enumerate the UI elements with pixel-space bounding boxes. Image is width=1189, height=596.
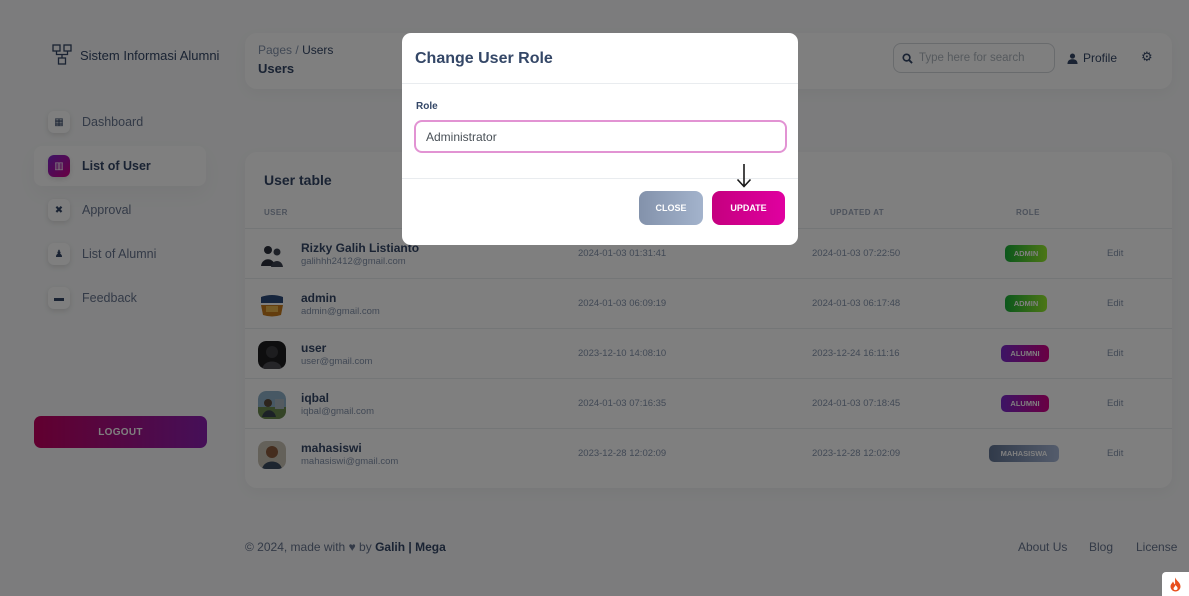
close-button[interactable]: CLOSE xyxy=(639,191,703,225)
update-button[interactable]: UPDATE xyxy=(712,191,785,225)
role-label: Role xyxy=(416,101,438,112)
change-role-modal: Change User Role Role CLOSE UPDATE xyxy=(402,33,798,245)
arrow-down-icon xyxy=(736,164,752,188)
fire-icon[interactable] xyxy=(1162,572,1189,596)
modal-title: Change User Role xyxy=(415,50,553,67)
fire-glyph xyxy=(1170,577,1181,591)
role-field[interactable] xyxy=(414,120,787,153)
modal-divider xyxy=(402,83,798,84)
